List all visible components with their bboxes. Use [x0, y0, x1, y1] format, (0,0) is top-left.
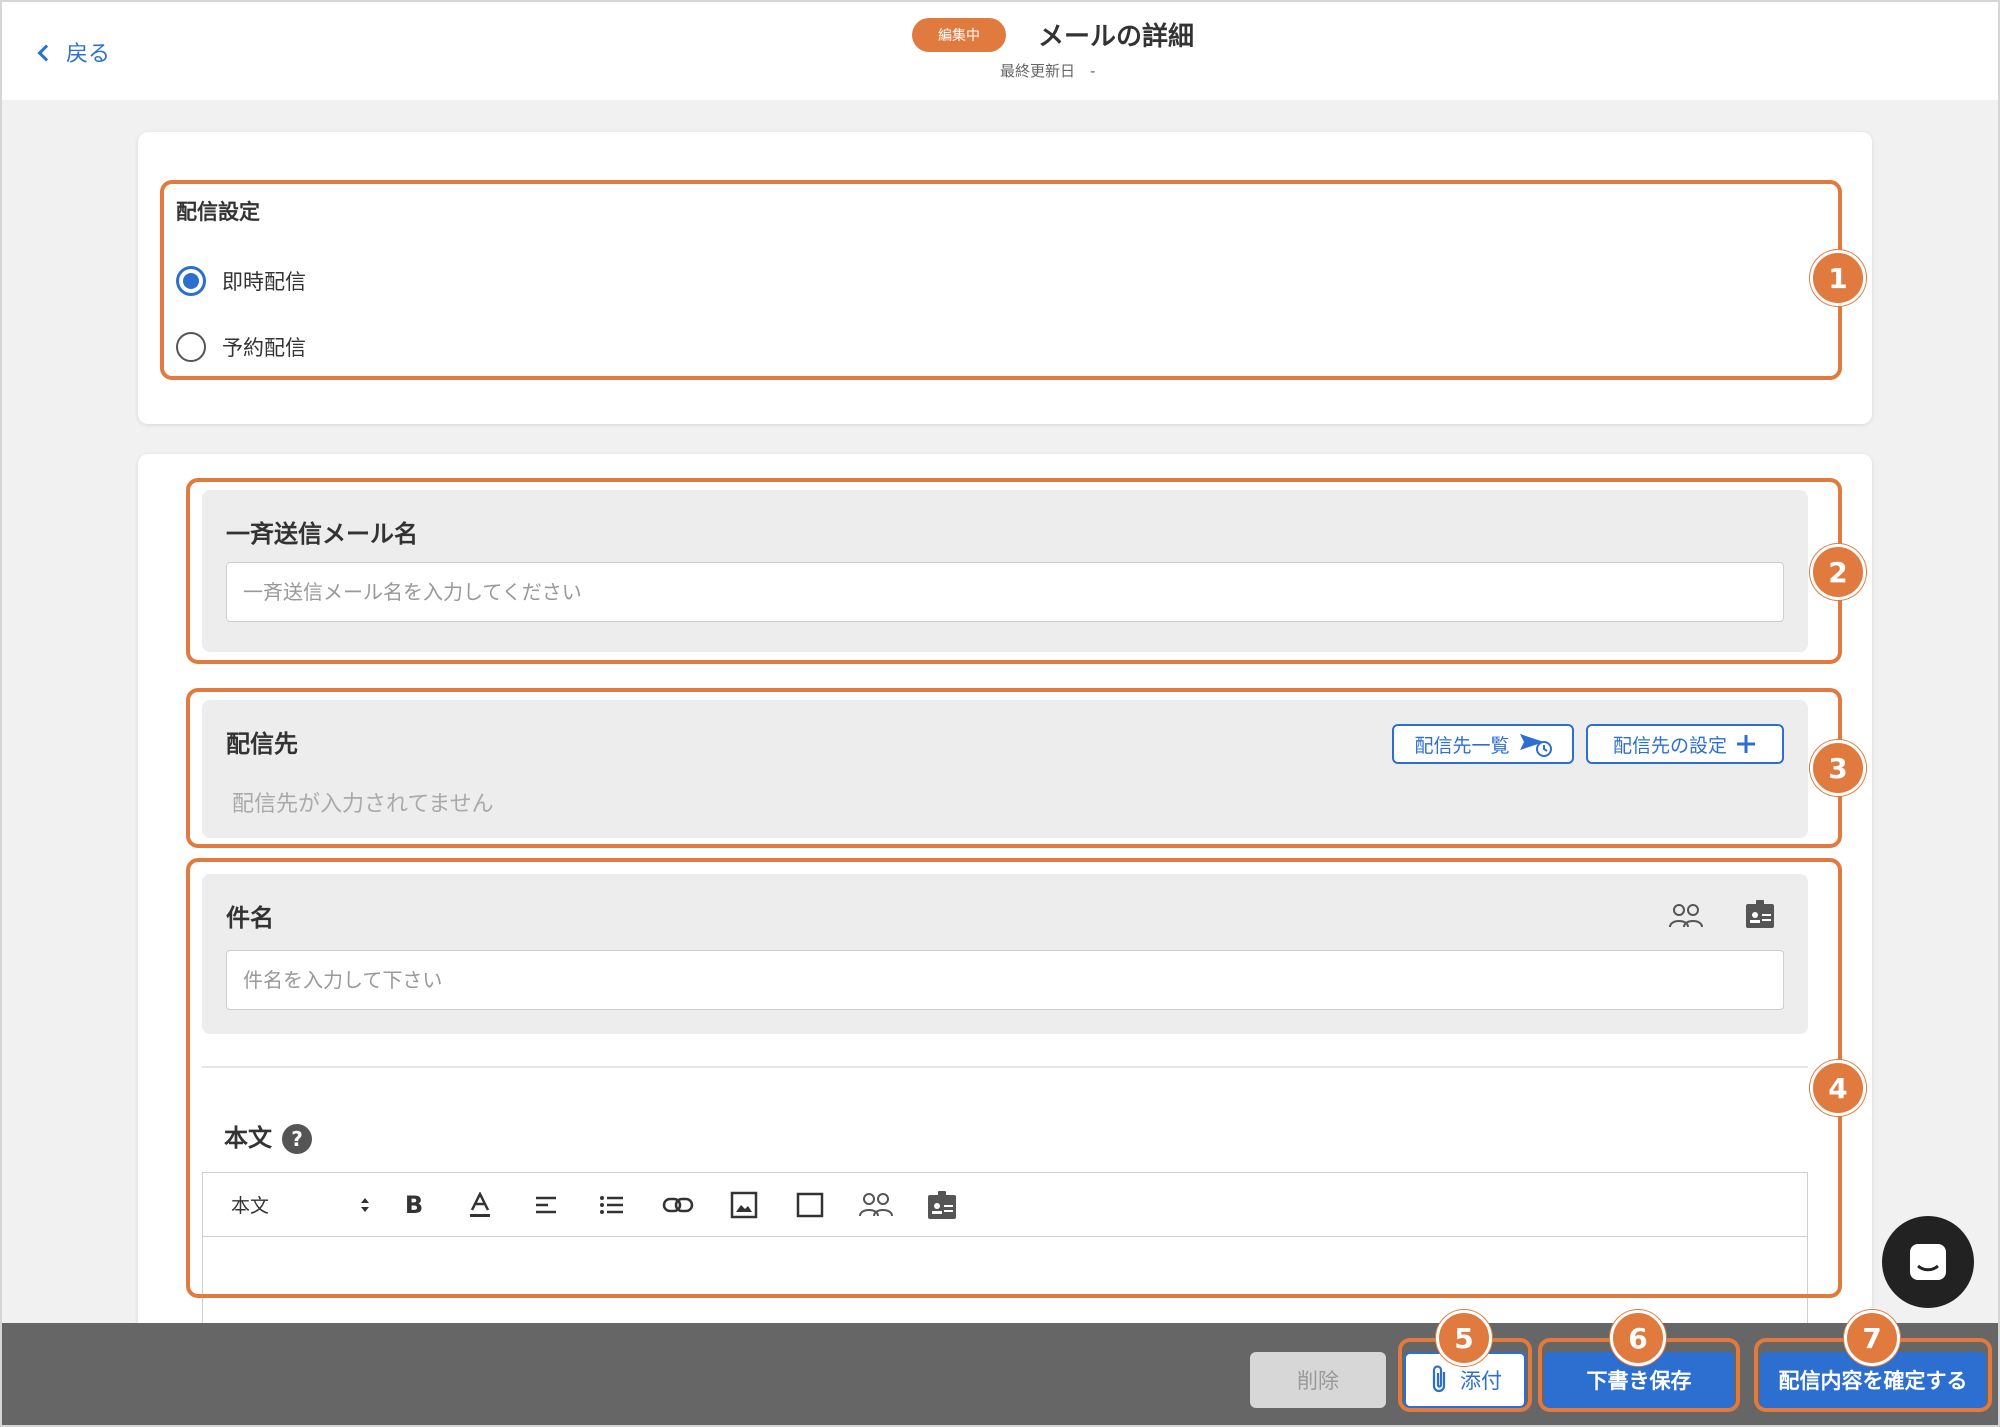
editor-toolbar: 本文 B	[203, 1173, 1807, 1237]
annotation-badge-7: 7	[1844, 1310, 1900, 1366]
annotation-badge-6: 6	[1610, 1310, 1666, 1366]
recipients-empty-text: 配信先が入力されてません	[232, 792, 494, 817]
image-icon[interactable]	[711, 1185, 777, 1225]
mail-name-input[interactable]	[226, 562, 1784, 622]
link-icon[interactable]	[645, 1185, 711, 1225]
subject-label: 件名	[226, 904, 274, 932]
send-history-icon	[1519, 734, 1552, 757]
radio-immediate[interactable]: 即時配信	[176, 266, 306, 296]
section-divider	[202, 1066, 1808, 1068]
back-button[interactable]: 戻る	[37, 36, 111, 68]
chat-launcher-button[interactable]	[1882, 1216, 1974, 1308]
mail-name-label: 一斉送信メール名	[226, 520, 418, 548]
recipients-list-button[interactable]: 配信先一覧	[1392, 724, 1574, 764]
back-label: 戻る	[66, 42, 111, 67]
recipients-list-label: 配信先一覧	[1414, 734, 1510, 757]
delivery-settings-label: 配信設定	[176, 200, 260, 224]
annotation-badge-1: 1	[1810, 250, 1866, 306]
delete-button[interactable]: 削除	[1250, 1352, 1386, 1408]
help-icon[interactable]: ?	[282, 1124, 312, 1154]
attach-label: 添付	[1460, 1369, 1502, 1393]
recipients-label: 配信先	[226, 730, 298, 758]
body-label-row: 本文?	[224, 1118, 312, 1154]
format-select-value: 本文	[231, 1195, 270, 1217]
contact-card-icon[interactable]	[1740, 896, 1780, 932]
box-icon[interactable]	[777, 1185, 843, 1225]
subject-input[interactable]	[226, 950, 1784, 1010]
contact-card-icon[interactable]	[909, 1185, 975, 1225]
annotation-badge-3: 3	[1810, 740, 1866, 796]
align-left-icon[interactable]	[513, 1185, 579, 1225]
page-title: メールの詳細	[1038, 22, 1195, 52]
chevron-left-icon	[37, 44, 55, 62]
sort-arrows-icon	[361, 1197, 369, 1212]
radio-immediate-label: 即時配信	[222, 270, 306, 294]
chat-icon	[1910, 1244, 1946, 1280]
format-select[interactable]: 本文	[231, 1191, 371, 1218]
plus-icon	[1737, 735, 1755, 753]
annotation-badge-4: 4	[1810, 1060, 1866, 1116]
radio-immediate-control[interactable]	[176, 266, 206, 296]
text-color-icon[interactable]	[447, 1185, 513, 1225]
delivery-settings-card	[138, 132, 1872, 424]
group-icon[interactable]	[843, 1185, 909, 1225]
body-label: 本文	[224, 1124, 272, 1152]
bold-icon[interactable]: B	[381, 1185, 447, 1225]
recipients-settings-label: 配信先の設定	[1612, 734, 1727, 757]
recipients-settings-button[interactable]: 配信先の設定	[1586, 724, 1784, 764]
paperclip-icon	[1432, 1365, 1446, 1393]
annotation-badge-2: 2	[1810, 544, 1866, 600]
radio-scheduled-label: 予約配信	[222, 336, 306, 360]
list-icon[interactable]	[579, 1185, 645, 1225]
radio-scheduled-control[interactable]	[176, 332, 206, 362]
radio-scheduled[interactable]: 予約配信	[176, 332, 306, 362]
group-icon[interactable]	[1666, 898, 1706, 934]
status-badge: 編集中	[912, 18, 1006, 52]
header: 戻る 編集中 メールの詳細 最終更新日 -	[0, 0, 2000, 100]
annotation-badge-5: 5	[1436, 1310, 1492, 1366]
last-updated-text: 最終更新日 -	[1000, 62, 1096, 80]
